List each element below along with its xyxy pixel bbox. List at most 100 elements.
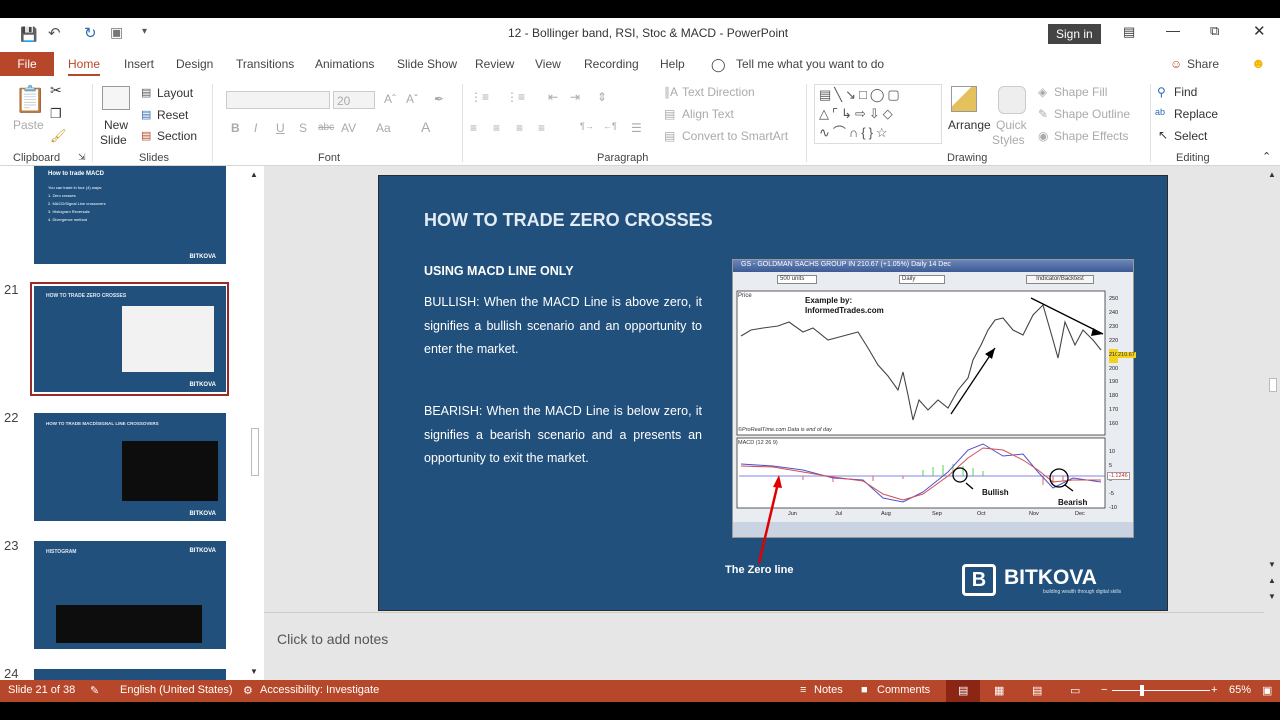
slide-thumbnail-22[interactable]: HOW TO TRADE MACD/SIGNAL LINE CROSSOVERS… [34,413,226,521]
text-direction-button[interactable]: Text Direction [682,85,755,99]
slide-thumbnail-21[interactable]: HOW TO TRADE ZERO CROSSES BITKOVA [34,286,226,392]
scroll-up-icon[interactable]: ▲ [1268,170,1276,179]
grow-font-icon[interactable]: Aˆ [384,92,396,106]
next-slide-icon[interactable]: ▼ [1268,592,1276,601]
zoom-in-button[interactable]: + [1211,684,1217,696]
scroll-thumb[interactable] [251,428,259,476]
slide-canvas[interactable]: HOW TO TRADE ZERO CROSSES USING MACD LIN… [378,175,1168,611]
copy-icon[interactable]: ❐ [50,106,62,122]
tab-insert[interactable]: Insert [124,57,154,71]
shape-outline-button[interactable]: Shape Outline [1054,107,1130,121]
arrange-button[interactable]: Arrange [948,118,991,132]
quick-styles-button-line2[interactable]: Styles [992,133,1025,147]
tab-review[interactable]: Review [475,57,514,71]
notes-placeholder[interactable]: Click to add notes [277,631,388,647]
cut-icon[interactable]: ✂ [50,82,62,99]
shadow-button[interactable]: S [299,121,307,135]
comments-button[interactable]: Comments [877,684,930,696]
paste-icon[interactable]: 📋 [14,84,46,115]
paste-button[interactable]: Paste [13,118,44,132]
justify-icon[interactable]: ≡ [538,121,545,135]
tab-recording[interactable]: Recording [584,57,639,71]
thumbnails-scrollbar[interactable]: ▲ ▼ [248,168,262,678]
italic-button[interactable]: I [254,121,257,135]
scroll-up-icon[interactable]: ▲ [250,170,258,179]
ltr-icon[interactable]: ¶→ [580,121,594,131]
slide-sorter-button[interactable]: ▦ [994,684,1004,697]
convert-smartart-button[interactable]: Convert to SmartArt [682,129,788,143]
find-button[interactable]: Find [1174,85,1197,99]
slide-thumbnail-23[interactable]: HISTOGRAM BITKOVA [34,541,226,649]
new-slide-button[interactable]: New [104,118,128,132]
slide-thumbnail-20[interactable]: How to trade MACD You can trade in four … [34,166,226,264]
tab-home[interactable]: Home [68,57,101,76]
new-slide-button-line2[interactable]: Slide [100,133,127,147]
shape-effects-button[interactable]: Shape Effects [1054,129,1129,143]
tab-slide-show[interactable]: Slide Show [397,57,457,71]
accessibility-button[interactable]: Accessibility: Investigate [260,684,379,696]
numbering-icon[interactable]: ⋮≡ [506,90,525,104]
reset-button[interactable]: Reset [157,108,188,122]
format-painter-icon[interactable]: 🖌 [50,128,67,144]
bold-button[interactable]: B [231,121,240,135]
undo-icon[interactable]: ↶ [48,24,61,42]
normal-view-button[interactable]: ▤ [958,684,968,697]
zoom-slider-thumb[interactable] [1140,685,1144,696]
align-right-icon[interactable]: ≡ [516,121,523,135]
tab-view[interactable]: View [535,57,561,71]
spellcheck-icon[interactable]: ✎ [90,684,99,697]
change-case-button[interactable]: Aa [376,121,391,135]
zoom-slider[interactable] [1112,690,1210,691]
language-button[interactable]: English (United States) [120,684,233,696]
align-text-button[interactable]: Align Text [682,107,734,121]
fit-to-window-button[interactable]: ▣ [1262,684,1272,697]
scroll-down-icon[interactable]: ▼ [1268,560,1276,569]
collapse-ribbon-icon[interactable]: ⌃ [1262,150,1271,163]
shape-fill-button[interactable]: Shape Fill [1054,85,1107,99]
font-family-select[interactable] [226,91,330,109]
restore-button[interactable]: ⧉ [1210,23,1219,39]
customize-toolbar-icon[interactable]: ▾ [142,26,147,37]
align-center-icon[interactable]: ≡ [493,121,500,135]
scroll-down-icon[interactable]: ▼ [250,667,258,676]
clear-formatting-icon[interactable]: ✒ [434,92,444,106]
previous-slide-icon[interactable]: ▲ [1268,576,1276,585]
new-slide-icon[interactable] [102,86,130,110]
minimize-button[interactable]: — [1166,22,1180,38]
tab-design[interactable]: Design [176,57,213,71]
redo-icon[interactable]: ↻ [84,24,97,42]
clipboard-launcher-icon[interactable]: ⇲ [78,152,86,163]
font-color-button[interactable]: A [421,119,430,135]
increase-indent-icon[interactable]: ⇥ [570,90,580,104]
strikethrough-button[interactable]: abc [318,122,334,133]
rtl-icon[interactable]: ←¶ [603,121,617,131]
start-presentation-icon[interactable]: ▣ [110,24,123,41]
zoom-level[interactable]: 65% [1229,684,1251,696]
notes-button[interactable]: Notes [814,684,843,696]
shapes-gallery[interactable]: ▤╲↘□◯▢ △⌜↳⇨⇩◇ ∿⌒∩{}☆ [814,84,942,144]
editor-scrollbar[interactable]: ▲ ▼ ▲ ▼ [1266,168,1280,608]
underline-button[interactable]: U [276,121,285,135]
zoom-out-button[interactable]: − [1101,684,1107,696]
scroll-thumb[interactable] [1269,378,1277,392]
ribbon-display-icon[interactable]: ▤ [1123,24,1135,40]
reading-view-button[interactable]: ▤ [1032,684,1042,697]
slide-show-button[interactable]: ▭ [1070,684,1080,697]
line-spacing-icon[interactable]: ⇕ [597,90,607,104]
slide-thumbnail-24[interactable] [34,669,226,680]
close-button[interactable]: ✕ [1253,22,1266,40]
tab-help[interactable]: Help [660,57,685,71]
columns-icon[interactable]: ☰ [631,121,642,135]
macd-chart-image[interactable]: GS - GOLDMAN SACHS GROUP IN 210.67 (+1.0… [732,259,1136,538]
section-button[interactable]: Section [157,129,197,143]
decrease-indent-icon[interactable]: ⇤ [548,90,558,104]
save-icon[interactable]: 💾 [20,26,37,43]
tab-transitions[interactable]: Transitions [236,57,294,71]
quick-styles-button[interactable]: Quick [996,118,1027,132]
replace-button[interactable]: Replace [1174,107,1218,121]
feedback-smiley-icon[interactable]: ☻ [1251,55,1266,71]
sign-in-button[interactable]: Sign in [1048,24,1101,44]
share-button[interactable]: Share [1187,57,1219,71]
tab-file[interactable]: File [0,52,54,76]
layout-button[interactable]: Layout [157,86,193,100]
